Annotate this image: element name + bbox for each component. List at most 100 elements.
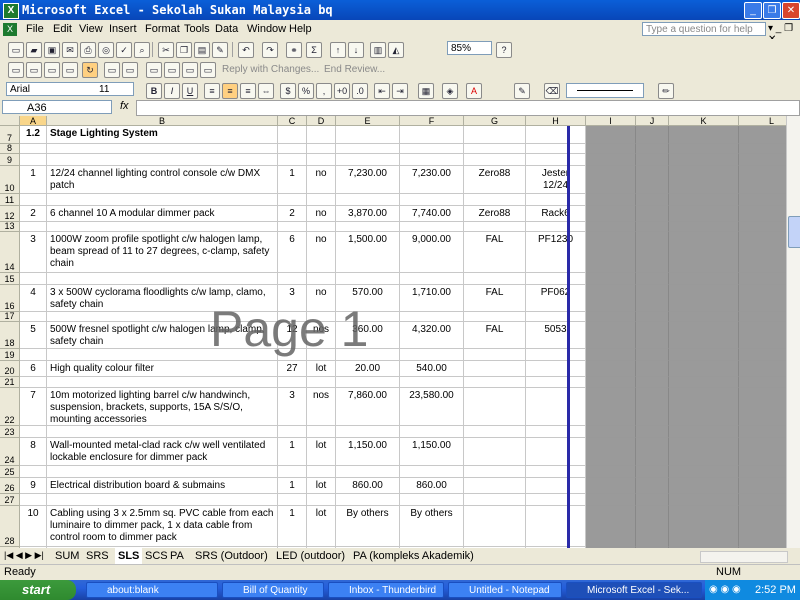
cell-f26[interactable]: 860.00 — [400, 478, 464, 494]
cell-a20[interactable]: 6 — [20, 361, 47, 377]
cell-h26[interactable] — [526, 478, 586, 494]
cell-d14[interactable]: no — [307, 232, 336, 273]
cell-e13[interactable] — [336, 222, 400, 232]
cell-j23[interactable] — [636, 426, 669, 438]
cell-f28[interactable]: By others — [400, 506, 464, 547]
border-color-icon[interactable]: ✏ — [658, 83, 674, 99]
column-header-b[interactable]: B — [47, 116, 278, 126]
cell-h19[interactable] — [526, 349, 586, 361]
cell-f17[interactable] — [400, 312, 464, 322]
cell-e7[interactable] — [336, 126, 400, 144]
cell-e14[interactable]: 1,500.00 — [336, 232, 400, 273]
review-icon-7[interactable]: ▭ — [146, 62, 162, 78]
cell-i20[interactable] — [586, 361, 636, 377]
close-button[interactable]: ✕ — [782, 2, 800, 19]
research-icon[interactable]: ⌕ — [134, 42, 150, 58]
cell-k27[interactable] — [669, 494, 739, 506]
cell-j18[interactable] — [636, 322, 669, 349]
cell-i12[interactable] — [586, 206, 636, 222]
cell-f15[interactable] — [400, 273, 464, 285]
cell-k12[interactable] — [669, 206, 739, 222]
menu-help[interactable]: Help — [289, 23, 312, 35]
draw-border-icon[interactable]: ✎ — [514, 83, 530, 99]
cell-h15[interactable] — [526, 273, 586, 285]
cell-a25[interactable] — [20, 466, 47, 478]
cell-b8[interactable] — [47, 144, 278, 154]
cell-g23[interactable] — [464, 426, 526, 438]
row-header[interactable]: 17 — [0, 311, 20, 322]
cell-e25[interactable] — [336, 466, 400, 478]
cell-h17[interactable] — [526, 312, 586, 322]
row-header[interactable]: 25 — [0, 466, 20, 478]
cell-j24[interactable] — [636, 438, 669, 466]
cell-i19[interactable] — [586, 349, 636, 361]
minimize-button[interactable]: _ — [744, 2, 762, 19]
review-icon-2[interactable]: ▭ — [26, 62, 42, 78]
cell-j26[interactable] — [636, 478, 669, 494]
cell-b15[interactable] — [47, 273, 278, 285]
tab-pa-kompleks-akademik-[interactable]: PA (kompleks Akademik) — [353, 548, 474, 564]
permission-icon[interactable]: ✉ — [62, 42, 78, 58]
borders-icon[interactable]: ▦ — [418, 83, 434, 99]
row-header[interactable]: 20 — [0, 361, 20, 377]
cell-j21[interactable] — [636, 377, 669, 388]
cell-d25[interactable] — [307, 466, 336, 478]
cell-i11[interactable] — [586, 194, 636, 206]
cell-e28[interactable]: By others — [336, 506, 400, 547]
column-header-a[interactable]: A — [20, 116, 47, 126]
review-icon-8[interactable]: ▭ — [164, 62, 180, 78]
cell-h23[interactable] — [526, 426, 586, 438]
cell-g12[interactable]: Zero88 — [464, 206, 526, 222]
cell-d21[interactable] — [307, 377, 336, 388]
cell-d10[interactable]: no — [307, 166, 336, 194]
menu-format[interactable]: Format — [145, 23, 180, 35]
row-header[interactable]: 13 — [0, 221, 20, 232]
cell-i8[interactable] — [586, 144, 636, 154]
open-icon[interactable]: ▰ — [26, 42, 42, 58]
review-icon-9[interactable]: ▭ — [182, 62, 198, 78]
review-icon-5[interactable]: ▭ — [104, 62, 120, 78]
cell-e23[interactable] — [336, 426, 400, 438]
cell-h27[interactable] — [526, 494, 586, 506]
row-header[interactable]: 14 — [0, 232, 20, 273]
cell-a12[interactable]: 2 — [20, 206, 47, 222]
cell-g10[interactable]: Zero88 — [464, 166, 526, 194]
cell-k19[interactable] — [669, 349, 739, 361]
cell-k16[interactable] — [669, 285, 739, 312]
cell-g8[interactable] — [464, 144, 526, 154]
cell-i22[interactable] — [586, 388, 636, 426]
column-header-g[interactable]: G — [464, 116, 526, 126]
cell-j17[interactable] — [636, 312, 669, 322]
review-icon-10[interactable]: ▭ — [200, 62, 216, 78]
erase-border-icon[interactable]: ⌫ — [544, 83, 560, 99]
cell-c22[interactable]: 3 — [278, 388, 307, 426]
row-header[interactable]: 27 — [0, 494, 20, 506]
track-changes-icon[interactable]: ↻ — [82, 62, 98, 78]
cell-g16[interactable]: FAL — [464, 285, 526, 312]
increase-indent-icon[interactable]: ⇥ — [392, 83, 408, 99]
cell-k26[interactable] — [669, 478, 739, 494]
print-icon[interactable]: ⎙ — [80, 42, 96, 58]
spelling-icon[interactable]: ✓ — [116, 42, 132, 58]
align-right-icon[interactable]: ≡ — [240, 83, 256, 99]
cell-i7[interactable] — [586, 126, 636, 144]
cell-k11[interactable] — [669, 194, 739, 206]
decrease-decimal-icon[interactable]: .0 — [352, 83, 368, 99]
cell-a14[interactable]: 3 — [20, 232, 47, 273]
underline-button[interactable]: U — [182, 83, 198, 99]
review-icon-3[interactable]: ▭ — [44, 62, 60, 78]
cell-h21[interactable] — [526, 377, 586, 388]
workbook-icon[interactable]: X — [3, 23, 17, 36]
comma-style-icon[interactable]: , — [316, 83, 332, 99]
cell-k13[interactable] — [669, 222, 739, 232]
menu-data[interactable]: Data — [215, 23, 238, 35]
spreadsheet-grid[interactable]: A B C D E F G H I J K L 7 1.2 Stage Lighting System 8 9 1… — [0, 116, 800, 548]
cell-h25[interactable] — [526, 466, 586, 478]
bold-button[interactable]: B — [146, 83, 162, 99]
menu-tools[interactable]: Tools — [184, 23, 210, 35]
menu-window[interactable]: Window — [247, 23, 286, 35]
sort-descending-icon[interactable]: ↓ — [348, 42, 364, 58]
cell-i25[interactable] — [586, 466, 636, 478]
autosum-icon[interactable]: Σ — [306, 42, 322, 58]
cell-d7[interactable] — [307, 126, 336, 144]
